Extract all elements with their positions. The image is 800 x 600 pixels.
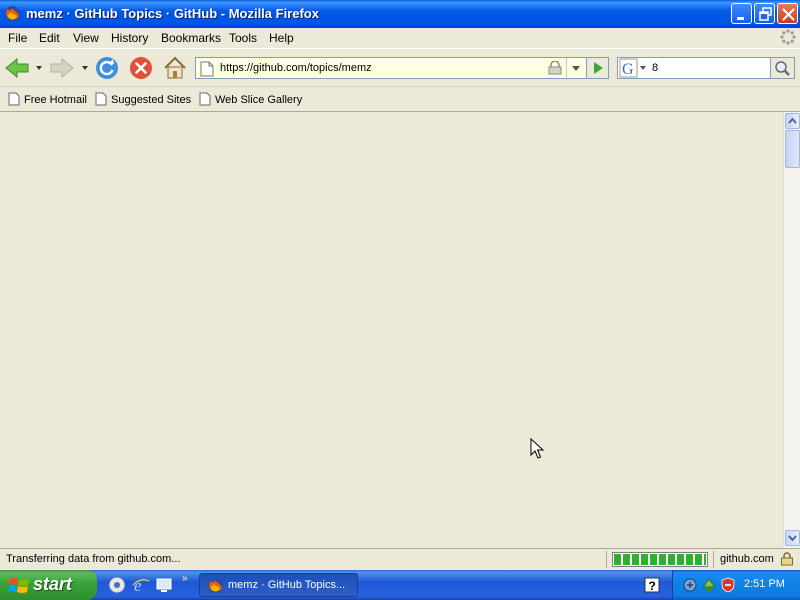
chevron-down-icon: [788, 535, 797, 542]
go-icon: [594, 62, 603, 74]
search-bar[interactable]: G 8: [617, 57, 795, 79]
svg-text:?: ?: [649, 579, 656, 593]
bookmark-web-slice-gallery[interactable]: Web Slice Gallery: [199, 92, 302, 106]
scroll-thumb[interactable]: [785, 130, 800, 168]
close-icon: [782, 8, 795, 21]
chevron-up-icon: [788, 117, 797, 124]
close-button[interactable]: [777, 3, 798, 24]
rss-site-icon[interactable]: [548, 61, 562, 75]
taskbar-firefox-window[interactable]: memz · GitHub Topics...: [199, 573, 358, 597]
bookmark-page-icon: [199, 92, 211, 106]
bookmarks-toolbar: Free Hotmail Suggested Sites Web Slice G…: [0, 86, 800, 112]
stop-icon[interactable]: [129, 56, 153, 80]
navigation-toolbar: https://github.com/topics/memz G 8: [0, 48, 800, 86]
status-divider: [713, 551, 714, 568]
quicklaunch-expand-icon[interactable]: »: [182, 573, 188, 584]
page-icon: [200, 61, 214, 77]
home-icon[interactable]: [162, 55, 188, 81]
internet-explorer-icon[interactable]: e: [132, 576, 150, 594]
menu-help[interactable]: Help: [269, 31, 294, 45]
window-titlebar[interactable]: memz · GitHub Topics · GitHub - Mozilla …: [0, 0, 800, 28]
google-icon: G: [619, 58, 646, 78]
show-desktop-icon[interactable]: [156, 576, 174, 594]
menu-view[interactable]: View: [73, 31, 99, 45]
restore-icon: [759, 7, 772, 21]
status-divider: [606, 551, 607, 568]
status-host: github.com: [720, 553, 774, 565]
magnifier-icon: [775, 61, 790, 76]
help-icon[interactable]: ?: [644, 577, 660, 593]
back-icon[interactable]: [4, 57, 30, 79]
taskbar-window-label: memz · GitHub Topics...: [228, 579, 346, 591]
start-button[interactable]: start: [0, 570, 97, 600]
start-label: start: [33, 574, 73, 594]
system-tray: 2:51 PM: [672, 570, 800, 600]
reload-icon[interactable]: [95, 56, 119, 80]
desktop-screen: memz · GitHub Topics · GitHub - Mozilla …: [0, 0, 800, 600]
bookmark-suggested-sites[interactable]: Suggested Sites: [95, 92, 191, 106]
windows-logo-icon: [8, 578, 29, 593]
search-input[interactable]: 8: [652, 62, 658, 74]
menu-file[interactable]: File: [8, 31, 27, 45]
window-title: memz · GitHub Topics · GitHub - Mozilla …: [26, 6, 319, 21]
url-history-dropdown[interactable]: [566, 58, 584, 78]
bookmark-label: Suggested Sites: [111, 94, 192, 106]
status-text: Transferring data from github.com...: [6, 553, 181, 565]
search-engine-selector[interactable]: G: [618, 58, 648, 78]
bookmark-label: Web Slice Gallery: [215, 94, 303, 106]
bookmark-page-icon: [95, 92, 107, 106]
safely-remove-hardware-icon[interactable]: [701, 577, 717, 593]
menu-bookmarks[interactable]: Bookmarks: [161, 31, 221, 45]
progress-fill: [614, 554, 706, 565]
scroll-down-button[interactable]: [785, 530, 800, 546]
taskbar: start e » memz · GitHub Topics... ? 2:51…: [0, 570, 800, 600]
menu-history[interactable]: History: [111, 31, 148, 45]
minimize-icon: [737, 17, 744, 20]
chevron-down-icon: [572, 66, 580, 71]
svg-text:e: e: [134, 576, 142, 594]
quicklaunch-media-icon[interactable]: [108, 576, 126, 594]
menu-bar: File Edit View History Bookmarks Tools H…: [0, 28, 800, 48]
firefox-icon: [208, 578, 223, 593]
security-lock-icon[interactable]: [780, 552, 794, 566]
throbber-icon: [780, 29, 796, 45]
address-bar[interactable]: https://github.com/topics/memz: [195, 57, 609, 79]
bookmark-label: Free Hotmail: [24, 94, 87, 106]
security-center-shield-icon[interactable]: [720, 577, 736, 593]
forward-icon[interactable]: [49, 57, 75, 79]
scroll-up-button[interactable]: [785, 113, 800, 129]
taskbar-clock[interactable]: 2:51 PM: [744, 578, 785, 590]
menu-tools[interactable]: Tools: [229, 31, 257, 45]
restore-button[interactable]: [754, 3, 775, 24]
forward-dropdown-icon[interactable]: [81, 65, 89, 71]
status-bar: Transferring data from github.com... git…: [0, 548, 800, 570]
mouse-cursor-icon: [530, 438, 544, 459]
back-dropdown-icon[interactable]: [35, 65, 43, 71]
minimize-button[interactable]: [731, 3, 752, 24]
network-icon[interactable]: [682, 577, 698, 593]
progress-bar: [612, 552, 708, 567]
url-text[interactable]: https://github.com/topics/memz: [220, 62, 372, 74]
page-content[interactable]: [0, 112, 783, 548]
bookmark-page-icon: [8, 92, 20, 106]
firefox-icon: [5, 6, 20, 21]
svg-text:G: G: [622, 61, 634, 78]
search-button[interactable]: [770, 58, 794, 78]
bookmark-free-hotmail[interactable]: Free Hotmail: [8, 92, 87, 106]
vertical-scrollbar[interactable]: [783, 112, 800, 548]
menu-edit[interactable]: Edit: [39, 31, 60, 45]
go-button[interactable]: [586, 58, 608, 78]
